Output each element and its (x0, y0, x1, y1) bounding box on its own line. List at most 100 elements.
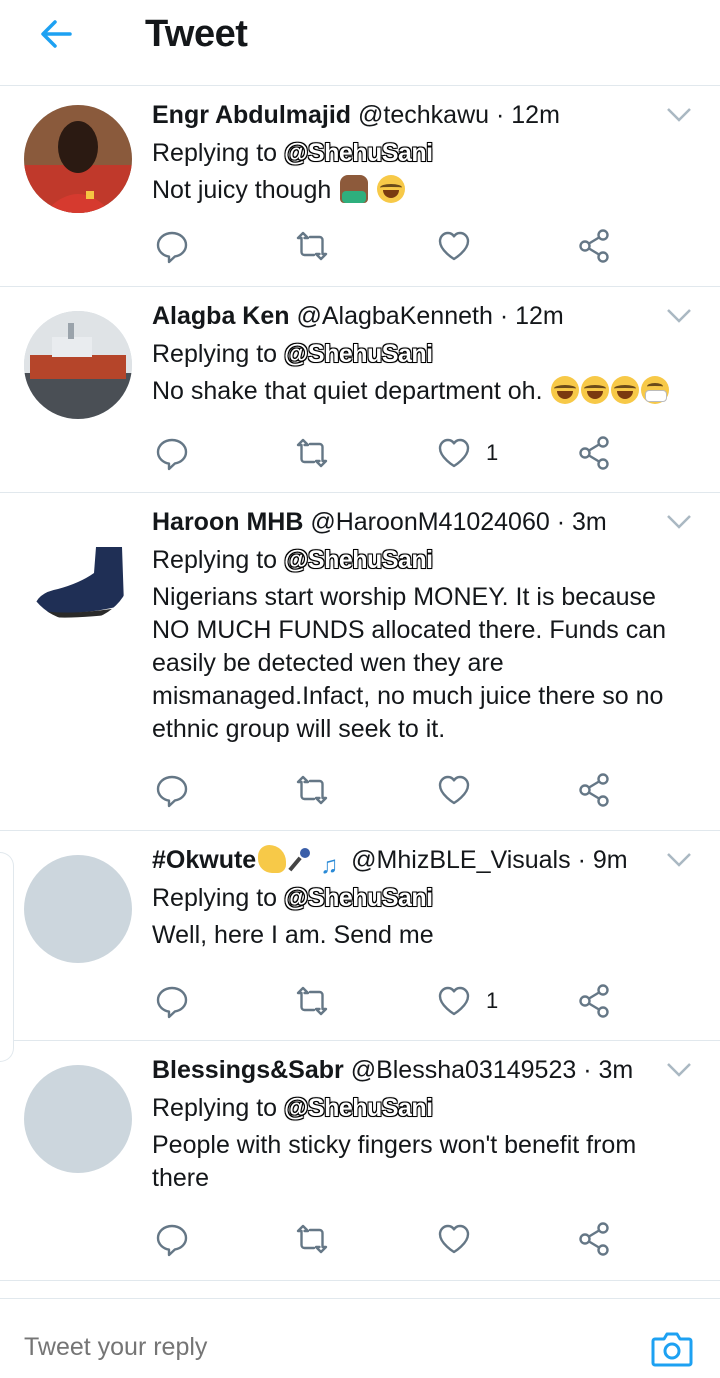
author-name[interactable]: Haroon MHB (152, 508, 303, 536)
avatar[interactable] (24, 513, 132, 621)
tweet-actions: 1 (152, 981, 622, 1021)
separator-dot: · (499, 302, 509, 330)
top-app-bar: Tweet (0, 0, 720, 86)
tears-of-joy-emoji (551, 376, 580, 404)
tweet-text-content: No shake that quiet department oh. (152, 377, 543, 405)
retweet-button[interactable] (294, 981, 330, 1021)
share-button[interactable] (576, 770, 612, 810)
share-button[interactable] (576, 981, 612, 1021)
heart-icon (438, 775, 470, 805)
side-panel-edge[interactable] (0, 852, 14, 1062)
replying-to-label: Replying to (152, 1094, 278, 1122)
replying-to: Replying to @ShehuSani (152, 138, 433, 168)
reply-button[interactable] (154, 226, 190, 266)
separator-dot: · (577, 846, 586, 874)
reply-icon (156, 231, 188, 264)
author-handle[interactable]: @Blessha03149523 (351, 1056, 577, 1084)
chevron-down-icon[interactable] (666, 307, 692, 325)
page-title: Tweet (145, 13, 248, 55)
author-handle[interactable]: @techkawu (358, 101, 489, 129)
reply-composer (0, 1298, 720, 1378)
reply-button[interactable] (154, 1219, 190, 1259)
heart-icon (438, 1224, 470, 1254)
tweet-header: #Okwute ♫ @MhizBLE_Visuals · 9m (152, 845, 650, 880)
avatar[interactable] (24, 1065, 132, 1173)
author-handle[interactable]: @AlagbaKenneth (296, 302, 492, 330)
mention-link[interactable]: @ShehuSani (284, 1094, 433, 1122)
person-shrugging-emoji (340, 175, 369, 203)
tweet-item[interactable]: Haroon MHB @HaroonM41024060 · 3m Replyin… (0, 493, 720, 831)
replying-to: Replying to @ShehuSani (152, 1093, 433, 1123)
reply-icon (156, 986, 188, 1019)
reply-icon (156, 1224, 188, 1257)
tweet-item[interactable]: Engr Abdulmajid @techkawu · 12m Replying… (0, 86, 720, 287)
author-handle[interactable]: @MhizBLE_Visuals (351, 846, 570, 874)
like-button[interactable]: 1 (436, 433, 498, 473)
avatar[interactable] (24, 105, 132, 213)
medical-mask-emoji (641, 376, 670, 404)
retweet-icon (296, 1224, 328, 1254)
heart-icon (438, 438, 470, 468)
tears-of-joy-emoji (611, 376, 640, 404)
reply-button[interactable] (154, 981, 190, 1021)
tweet-header: Haroon MHB @HaroonM41024060 · 3m (152, 507, 650, 537)
camera-button[interactable] (650, 1329, 694, 1369)
share-button[interactable] (576, 226, 612, 266)
avatar[interactable] (24, 311, 132, 419)
retweet-icon (296, 438, 328, 468)
mention-link[interactable]: @ShehuSani (284, 546, 433, 574)
chevron-down-icon[interactable] (666, 106, 692, 124)
author-name[interactable]: Engr Abdulmajid (152, 101, 351, 129)
like-button[interactable]: 1 (436, 981, 498, 1021)
tweet-text-content: Well, here I am. Send me (152, 921, 434, 949)
share-icon (579, 984, 609, 1018)
author-name[interactable]: Blessings&Sabr (152, 1056, 344, 1084)
tweet-header: Alagba Ken @AlagbaKenneth · 12m (152, 301, 650, 331)
retweet-button[interactable] (294, 770, 330, 810)
reply-button[interactable] (154, 433, 190, 473)
tweet-time: 3m (598, 1056, 634, 1084)
tweet-text: Not juicy though (152, 174, 700, 207)
share-button[interactable] (576, 1219, 612, 1259)
tweet-header: Engr Abdulmajid @techkawu · 12m (152, 100, 650, 130)
author-name[interactable]: Alagba Ken (152, 302, 290, 330)
separator-dot: · (495, 101, 505, 129)
avatar[interactable] (24, 855, 132, 963)
retweet-button[interactable] (294, 226, 330, 266)
author-name[interactable]: #Okwute (152, 846, 256, 874)
like-button[interactable] (436, 770, 486, 810)
chevron-down-icon[interactable] (666, 851, 692, 869)
reply-button[interactable] (154, 770, 190, 810)
retweet-icon (296, 986, 328, 1016)
tweet-time: 12m (511, 101, 560, 129)
tweet-item[interactable]: #Okwute ♫ @MhizBLE_Visuals · 9m Replying … (0, 831, 720, 1041)
tweet-header: Blessings&Sabr @Blessha03149523 · 3m (152, 1055, 650, 1085)
share-button[interactable] (576, 433, 612, 473)
like-button[interactable] (436, 1219, 486, 1259)
back-button[interactable] (34, 12, 78, 56)
retweet-button[interactable] (294, 433, 330, 473)
mention-link[interactable]: @ShehuSani (284, 340, 433, 368)
tweet-item[interactable]: Blessings&Sabr @Blessha03149523 · 3m Rep… (0, 1041, 720, 1281)
mention-link[interactable]: @ShehuSani (284, 884, 433, 912)
tweet-time: 12m (515, 302, 564, 330)
tweet-time: 3m (572, 508, 607, 536)
retweet-icon (296, 775, 328, 805)
share-icon (579, 1222, 609, 1256)
chevron-down-icon[interactable] (666, 1061, 692, 1079)
replying-to-label: Replying to (152, 139, 278, 167)
mention-link[interactable]: @ShehuSani (284, 139, 433, 167)
reply-input[interactable] (24, 1333, 584, 1362)
tweet-text: No shake that quiet department oh. (152, 375, 700, 408)
tweet-actions (152, 226, 622, 266)
retweet-icon (296, 231, 328, 261)
retweet-button[interactable] (294, 1219, 330, 1259)
tweet-actions (152, 770, 622, 810)
author-handle[interactable]: @HaroonM41024060 (310, 508, 549, 536)
tweet-item[interactable]: Alagba Ken @AlagbaKenneth · 12m Replying… (0, 287, 720, 493)
like-button[interactable] (436, 226, 486, 266)
chevron-down-icon[interactable] (666, 513, 692, 531)
flexed-biceps-emoji (258, 845, 287, 873)
share-icon (579, 229, 609, 263)
replying-to: Replying to @ShehuSani (152, 545, 433, 575)
